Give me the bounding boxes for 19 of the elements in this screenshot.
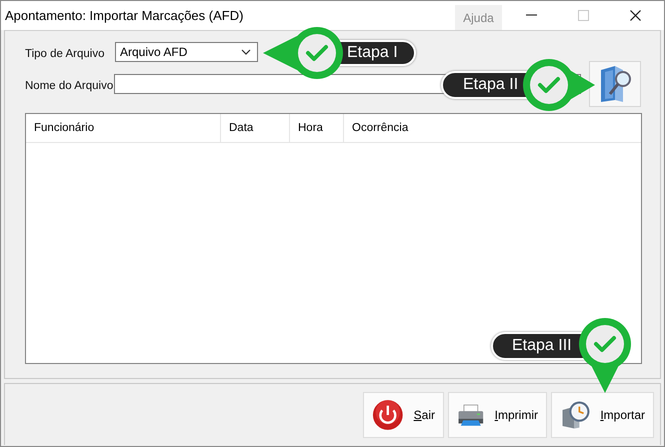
field-label: Nome do Arquivo [25, 79, 114, 92]
maximize-icon [578, 10, 588, 21]
check-pointer-icon [263, 25, 345, 81]
field-label: Tipo de Arquivo [25, 47, 106, 60]
column-header[interactable]: Hora [290, 114, 344, 142]
check-pointer-icon [521, 57, 595, 113]
print-button[interactable]: Imprimir [448, 392, 547, 438]
column-header[interactable]: Funcionário [26, 114, 221, 142]
window-title: Apontamento: Importar Marcações (AFD) [4, 8, 244, 23]
column-header[interactable]: Data [221, 114, 290, 142]
import-button[interactable]: Importar [551, 392, 654, 438]
close-icon [630, 10, 640, 21]
check-pointer-icon [577, 317, 633, 393]
column-header[interactable]: Ocorrência [344, 114, 641, 142]
file-type-dropdown[interactable]: Arquivo AFD [115, 42, 258, 62]
exit-button[interactable]: Sair [363, 392, 444, 438]
power-icon [372, 398, 404, 432]
browse-button[interactable] [588, 61, 641, 107]
chevron-down-icon [241, 49, 251, 55]
